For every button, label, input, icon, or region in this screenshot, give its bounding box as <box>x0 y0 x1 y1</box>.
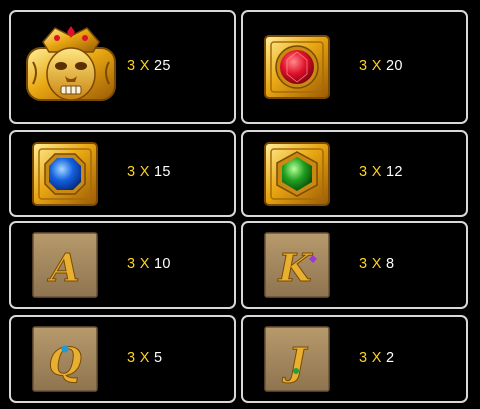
paytable-cell-green-gem: 3 X 12 <box>241 130 468 217</box>
paytable-cell-lion: 3 X 25 <box>9 10 236 124</box>
letter-j-tile-icon: J <box>263 325 331 393</box>
letter-k-tile-icon: K <box>263 231 331 299</box>
paytable-grid: 3 X 25 3 X 20 3 X 15 3 X 12 A 3 X 10 K 3… <box>9 10 471 403</box>
svg-text:K: K <box>277 245 313 290</box>
payout-label: 3 X 5 <box>127 350 163 366</box>
paytable-cell-letter-q: Q 3 X 5 <box>9 315 236 403</box>
payout-label: 3 X 20 <box>359 58 403 74</box>
svg-text:A: A <box>47 245 79 290</box>
letter-q-tile-icon: Q <box>31 325 99 393</box>
payout-label: 3 X 12 <box>359 164 403 180</box>
golden-lion-mask-icon <box>23 22 119 110</box>
payout-label: 3 X 10 <box>127 256 171 272</box>
payout-label: 3 X 2 <box>359 350 395 366</box>
paytable-cell-letter-a: A 3 X 10 <box>9 221 236 309</box>
letter-a-tile-icon: A <box>31 231 99 299</box>
payout-label: 3 X 15 <box>127 164 171 180</box>
paytable-cell-letter-k: K 3 X 8 <box>241 221 468 309</box>
green-gem-tile-icon <box>263 141 331 207</box>
payout-label: 3 X 8 <box>359 256 395 272</box>
paytable-cell-blue-gem: 3 X 15 <box>9 130 236 217</box>
blue-gem-tile-icon <box>31 141 99 207</box>
paytable-cell-letter-j: J 3 X 2 <box>241 315 468 403</box>
red-gem-tile-icon <box>263 34 331 100</box>
paytable-cell-red-gem: 3 X 20 <box>241 10 468 124</box>
payout-label: 3 X 25 <box>127 58 171 74</box>
